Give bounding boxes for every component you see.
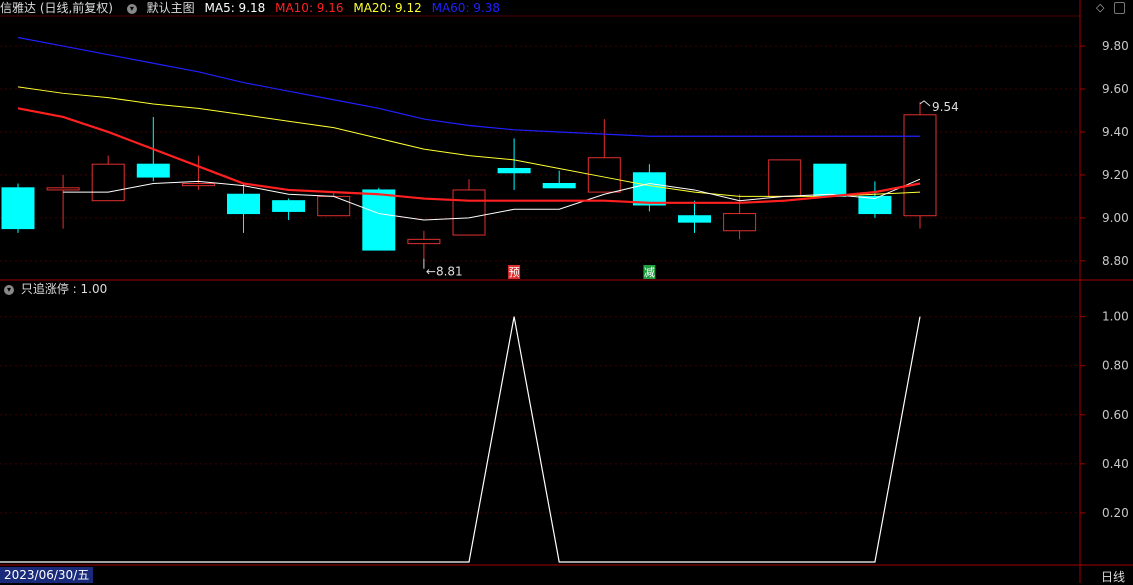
- candle-body: [497, 167, 531, 174]
- y-tick-label: 9.40: [1102, 125, 1129, 139]
- y-tick-label: 0.60: [1102, 408, 1129, 422]
- candle-body: [452, 189, 486, 236]
- y-tick-label: 8.80: [1102, 254, 1129, 268]
- candle-body: [181, 183, 215, 187]
- sub-chart-header: ▾ 只追涨停 : 1.00: [0, 281, 107, 297]
- y-tick-label: 9.60: [1102, 82, 1129, 96]
- low-price-label: ←8.81: [426, 265, 463, 279]
- candle-body: [91, 163, 125, 202]
- chevron-down-icon[interactable]: ▾: [126, 3, 137, 14]
- period-label[interactable]: 日线: [1101, 568, 1125, 585]
- template-label[interactable]: 默认主图: [147, 1, 195, 15]
- y-tick-label: 0.80: [1102, 359, 1129, 373]
- candle-body: [768, 159, 802, 197]
- candle-body: [46, 187, 80, 191]
- candle-body: [227, 193, 260, 215]
- candle-body: [272, 200, 306, 212]
- stock-title[interactable]: 信雅达 (日线,前复权): [0, 1, 113, 15]
- candle-body: [542, 183, 576, 189]
- candle-body: [362, 189, 396, 251]
- candle-body: [317, 195, 351, 217]
- candle-body: [632, 172, 666, 206]
- ma60-label: MA60: 9.38: [431, 1, 501, 15]
- candle-body: [723, 213, 757, 232]
- candle-body: [136, 163, 170, 178]
- date-indicator: 2023/06/30/五: [0, 567, 94, 583]
- ma5-label: MA5: 9.18: [204, 1, 266, 15]
- diamond-icon[interactable]: ◇: [1096, 1, 1104, 14]
- high-price-label: 9.54: [932, 100, 959, 114]
- ma10-label: MA10: 9.16: [275, 1, 344, 15]
- signal-label: 预: [509, 266, 520, 279]
- y-tick-label: 9.20: [1102, 168, 1129, 182]
- main-chart-header: 信雅达 (日线,前复权) ▾ 默认主图 MA5: 9.18 MA10: 9.16…: [0, 0, 506, 16]
- top-right-controls: ◇: [1090, 1, 1125, 14]
- candle-body: [407, 238, 441, 245]
- candle-body: [903, 114, 937, 217]
- y-tick-label: 1.00: [1102, 310, 1129, 324]
- candle-body: [1, 187, 35, 230]
- candle-body: [678, 215, 711, 223]
- chevron-down-icon[interactable]: ▾: [4, 284, 14, 295]
- indicator-line: [0, 316, 921, 563]
- ma20-label: MA20: 9.12: [353, 1, 422, 15]
- indicator-label[interactable]: 只追涨停 : 1.00: [21, 282, 107, 296]
- candle-body: [813, 163, 847, 197]
- y-tick-label: 9.00: [1102, 211, 1129, 225]
- y-tick-label: 0.40: [1102, 457, 1129, 471]
- high-marker-line: [919, 100, 931, 107]
- stock-chart[interactable]: 9.80 9.60 9.40 9.20 9.00 8.80 ←8.81 9.54 预 减 1.00 0…: [0, 0, 1133, 583]
- y-tick-label: 9.80: [1102, 39, 1129, 53]
- y-tick-label: 0.20: [1102, 506, 1129, 520]
- signal-label: 减: [644, 266, 655, 279]
- scroll-icon[interactable]: [1114, 2, 1125, 14]
